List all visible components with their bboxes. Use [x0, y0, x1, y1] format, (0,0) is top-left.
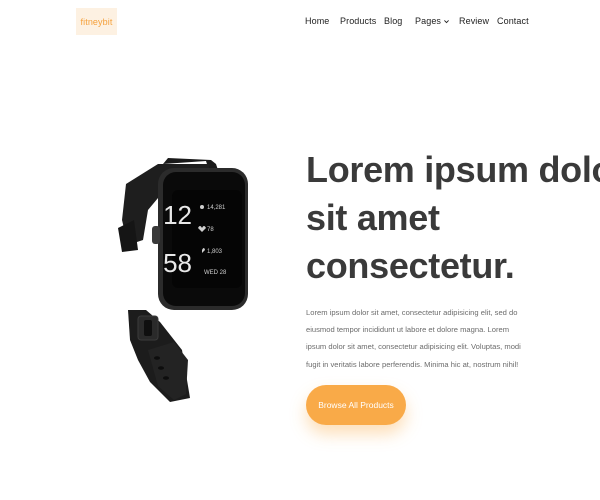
watch-time-hours: 12: [163, 200, 192, 230]
watch-date: WED 28: [204, 270, 227, 276]
nav-item-contact[interactable]: Contact: [497, 16, 529, 26]
watch-calories: 1,803: [207, 249, 223, 255]
hero-title-line: consectetur.: [306, 245, 515, 286]
watch-time-minutes: 58: [163, 248, 192, 278]
watch-heart-rate: 78: [207, 227, 214, 233]
hero-title: Lorem ipsum dolor sit amet consectetur.: [306, 146, 600, 290]
nav-item-products[interactable]: Products: [340, 16, 376, 26]
nav-item-home[interactable]: Home: [305, 16, 329, 26]
chevron-down-icon: [444, 19, 449, 23]
hero-title-line: sit amet: [306, 197, 440, 238]
hero-title-line: Lorem ipsum dolor: [306, 149, 600, 190]
browse-all-products-button[interactable]: Browse All Products: [306, 385, 406, 425]
main-nav: Home Products Blog Pages Review Contact: [0, 16, 600, 30]
nav-item-label: Pages: [415, 16, 442, 26]
nav-item-label: Contact: [497, 16, 529, 26]
watch-steps: 14,281: [207, 205, 226, 211]
nav-item-label: Review: [459, 16, 490, 26]
nav-item-blog[interactable]: Blog: [384, 16, 402, 26]
nav-item-pages[interactable]: Pages: [415, 16, 450, 26]
nav-item-label: Home: [305, 16, 330, 26]
nav-item-label: Products: [340, 16, 377, 26]
hero-description: Lorem ipsum dolor sit amet, consectetur …: [306, 308, 521, 369]
nav-item-label: Blog: [384, 16, 403, 26]
nav-item-review[interactable]: Review: [459, 16, 489, 26]
smartwatch-image: 12 58 14,281 78 1,803 WED 28: [118, 158, 248, 402]
